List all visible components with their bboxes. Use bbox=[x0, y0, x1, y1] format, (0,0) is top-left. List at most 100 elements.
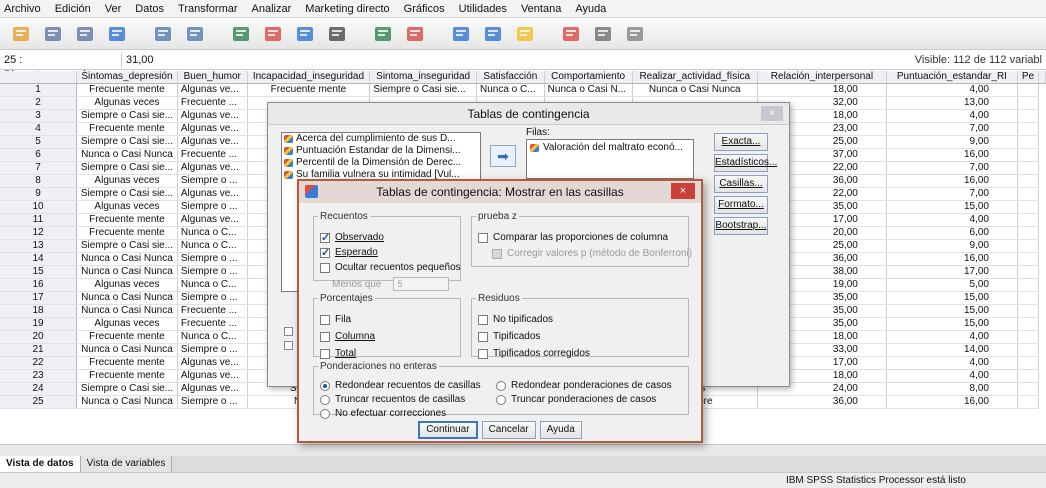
table-cell[interactable]: Algunas veces bbox=[76, 96, 178, 111]
row-number[interactable]: 2 bbox=[0, 96, 77, 111]
table-cell[interactable] bbox=[1017, 278, 1039, 293]
table-cell[interactable]: Siempre o Casi sie... bbox=[76, 135, 178, 150]
table-cell[interactable] bbox=[1017, 343, 1039, 358]
table-cell[interactable]: 15,00 bbox=[886, 200, 1019, 215]
table-cell[interactable]: 4,00 bbox=[886, 330, 1019, 345]
table-cell[interactable]: 15,00 bbox=[886, 304, 1019, 319]
table-cell[interactable]: Siempre o ... bbox=[177, 265, 248, 280]
table-cell[interactable]: Nunca o C... bbox=[177, 226, 248, 241]
table-cell[interactable]: 15,00 bbox=[886, 291, 1019, 306]
menu-item-7[interactable]: Gráficos bbox=[404, 3, 445, 15]
table-cell[interactable] bbox=[1017, 135, 1039, 150]
table-cell[interactable] bbox=[1017, 161, 1039, 176]
table-cell[interactable]: 9,00 bbox=[886, 239, 1019, 254]
table-cell[interactable]: Siempre o ... bbox=[177, 343, 248, 358]
table-cell[interactable]: Frecuente mente bbox=[76, 122, 178, 137]
row-number[interactable]: 19 bbox=[0, 317, 77, 332]
continue-button[interactable]: Continuar bbox=[418, 421, 478, 439]
expected-checkbox[interactable]: Esperado bbox=[320, 246, 378, 259]
row-number[interactable]: 18 bbox=[0, 304, 77, 319]
table-cell[interactable] bbox=[1017, 330, 1039, 345]
row-number[interactable]: 20 bbox=[0, 330, 77, 345]
table-cell[interactable]: 4,00 bbox=[886, 369, 1019, 384]
table-cell[interactable]: Frecuente mente bbox=[76, 226, 178, 241]
row-number[interactable]: 24 bbox=[0, 382, 77, 397]
table-cell[interactable]: Frecuente ... bbox=[177, 304, 248, 319]
variable-list-item[interactable]: Acerca del cumplimiento de sus D... bbox=[282, 133, 480, 145]
select-cases-icon[interactable] bbox=[512, 22, 538, 46]
save-icon[interactable] bbox=[40, 22, 66, 46]
table-cell[interactable] bbox=[1017, 174, 1039, 189]
row-number[interactable]: 9 bbox=[0, 187, 77, 202]
table-cell[interactable]: Siempre o Casi sie... bbox=[76, 239, 178, 254]
table-cell[interactable]: Frecuente ... bbox=[177, 96, 248, 111]
compare-proportions-checkbox[interactable]: Comparar las proporciones de columna bbox=[478, 232, 668, 243]
table-cell[interactable] bbox=[1017, 356, 1039, 371]
variable-list-item[interactable]: Percentil de la Dimensión de Derec... bbox=[282, 157, 480, 169]
column-header[interactable]: Incapacidad_inseguridad bbox=[247, 71, 371, 85]
table-cell[interactable]: Algunas veces bbox=[76, 317, 178, 332]
column-header[interactable]: Pe bbox=[1017, 71, 1039, 85]
column-header[interactable]: Realizar_actividad_física bbox=[632, 71, 759, 85]
row-percent-checkbox[interactable]: Fila bbox=[320, 314, 351, 325]
menu-item-8[interactable]: Utilidades bbox=[459, 3, 507, 15]
row-number[interactable]: 10 bbox=[0, 200, 77, 215]
close-button[interactable]: × bbox=[671, 183, 695, 199]
spell-check-icon[interactable] bbox=[622, 22, 648, 46]
statistics-button[interactable]: Estadísticos... bbox=[714, 154, 777, 172]
menu-item-10[interactable]: Ayuda bbox=[575, 3, 606, 15]
table-cell[interactable]: Siempre o Casi sie... bbox=[369, 83, 477, 98]
table-cell[interactable]: Frecuente mente bbox=[76, 369, 178, 384]
table-cell[interactable] bbox=[1017, 304, 1039, 319]
table-cell[interactable]: 4,00 bbox=[886, 83, 1019, 98]
row-number[interactable]: 7 bbox=[0, 161, 77, 176]
table-cell[interactable]: 16,00 bbox=[886, 252, 1019, 267]
table-cell[interactable]: Algunas ve... bbox=[177, 213, 248, 228]
hide-small-counts-checkbox[interactable]: Ocultar recuentos pequeños bbox=[320, 262, 461, 273]
table-cell[interactable] bbox=[1017, 382, 1039, 397]
table-cell[interactable]: Siempre o Casi sie... bbox=[76, 187, 178, 202]
menu-item-9[interactable]: Ventana bbox=[521, 3, 561, 15]
table-cell[interactable]: Siempre o ... bbox=[177, 252, 248, 267]
table-cell[interactable]: Frecuente mente bbox=[247, 83, 371, 98]
table-cell[interactable] bbox=[1017, 200, 1039, 215]
table-cell[interactable] bbox=[1017, 265, 1039, 280]
table-cell[interactable]: Algunas ve... bbox=[177, 356, 248, 371]
print-icon[interactable] bbox=[72, 22, 98, 46]
table-cell[interactable]: 17,00 bbox=[886, 265, 1019, 280]
rows-list[interactable]: Valoración del maltrato econó... bbox=[526, 139, 694, 179]
table-cell[interactable]: Algunas ve... bbox=[177, 187, 248, 202]
total-percent-checkbox[interactable]: Total bbox=[320, 348, 356, 359]
round-case-weights-radio[interactable]: Redondear ponderaciones de casos bbox=[496, 380, 672, 391]
close-button[interactable]: × bbox=[761, 106, 783, 121]
truncate-case-weights-radio[interactable]: Truncar ponderaciones de casos bbox=[496, 394, 656, 405]
table-cell[interactable]: 8,00 bbox=[886, 382, 1019, 397]
table-cell[interactable]: Algunas ve... bbox=[177, 161, 248, 176]
table-cell[interactable] bbox=[1017, 187, 1039, 202]
crosstabs-title-bar[interactable]: Tablas de contingencia × bbox=[268, 103, 789, 125]
row-number[interactable]: 11 bbox=[0, 213, 77, 228]
table-cell[interactable]: Frecuente mente bbox=[76, 356, 178, 371]
column-header[interactable]: Comportamiento bbox=[544, 71, 633, 85]
value-labels-icon[interactable] bbox=[558, 22, 584, 46]
table-cell[interactable] bbox=[1017, 239, 1039, 254]
table-cell[interactable] bbox=[1017, 96, 1039, 111]
table-cell[interactable]: Algunas ve... bbox=[177, 135, 248, 150]
table-cell[interactable]: Siempre o ... bbox=[177, 174, 248, 189]
table-cell[interactable]: Frecuente mente bbox=[76, 213, 178, 228]
undo-icon[interactable] bbox=[150, 22, 176, 46]
table-cell[interactable]: Frecuente mente bbox=[76, 83, 178, 98]
menu-item-1[interactable]: Edición bbox=[55, 3, 91, 15]
table-cell[interactable]: 6,00 bbox=[886, 226, 1019, 241]
table-cell[interactable]: 5,00 bbox=[886, 278, 1019, 293]
table-cell[interactable]: Frecuente ... bbox=[177, 317, 248, 332]
table-cell[interactable]: 7,00 bbox=[886, 161, 1019, 176]
use-sets-icon[interactable] bbox=[590, 22, 616, 46]
table-cell[interactable]: 4,00 bbox=[886, 109, 1019, 124]
weight-cases-icon[interactable] bbox=[480, 22, 506, 46]
table-cell[interactable]: Siempre o Casi sie... bbox=[76, 161, 178, 176]
horizontal-scrollbar[interactable] bbox=[0, 444, 1046, 456]
row-number[interactable]: 22 bbox=[0, 356, 77, 371]
table-cell[interactable]: Frecuente mente bbox=[76, 330, 178, 345]
column-header[interactable]: Sintoma_inseguridad bbox=[369, 71, 477, 85]
